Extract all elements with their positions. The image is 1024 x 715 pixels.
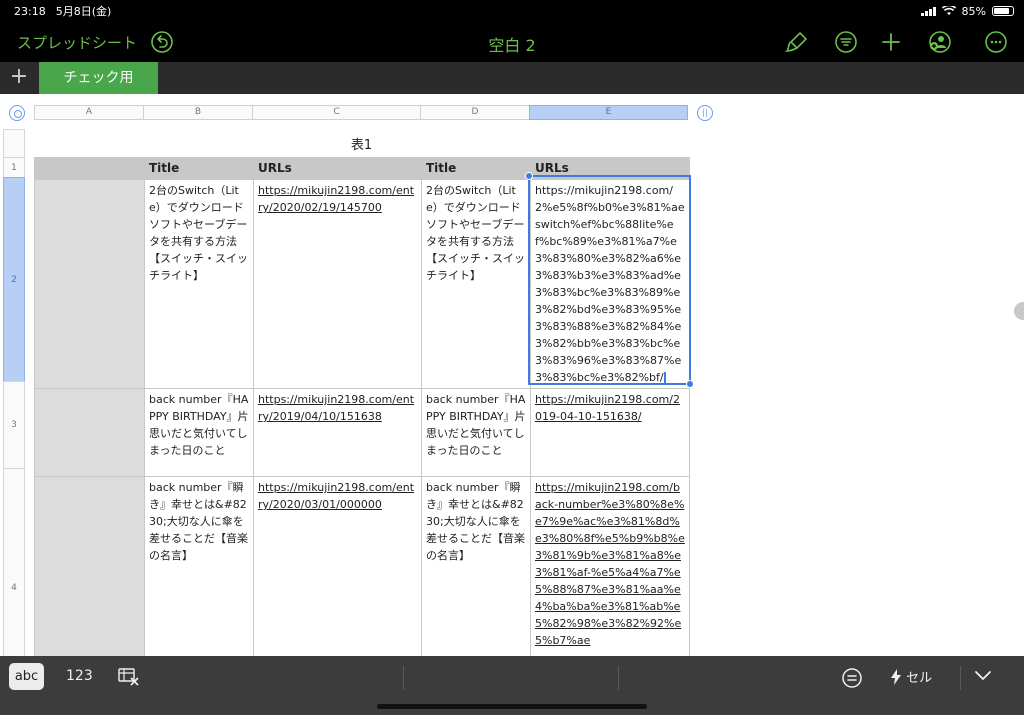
title-cell[interactable]: 2台のSwitch（Lite）でダウンロードソフトやセーブデータを共有する方法【… (421, 179, 531, 389)
text-keyboard-button[interactable]: abc (9, 663, 44, 690)
divider (960, 666, 961, 690)
column-header-a[interactable]: A (34, 105, 144, 120)
url-link[interactable]: https://mikujin2198.com/back-number%e3%8… (535, 481, 685, 647)
list-icon[interactable] (834, 30, 858, 54)
header-row: Title URLs Title URLs (34, 157, 690, 180)
column-header-b[interactable]: B (143, 105, 253, 120)
row-header-4[interactable]: 4 (3, 468, 25, 656)
column-header-e[interactable]: E (529, 105, 688, 120)
cell-button[interactable]: セル (890, 667, 932, 686)
battery-percent: 85% (961, 4, 986, 18)
column-headers: A B C D E (34, 105, 688, 120)
battery-level (994, 8, 1010, 14)
header-cell-urls[interactable]: URLs (253, 157, 422, 180)
url-link[interactable]: https://mikujin2198.com/entry/2020/02/19… (258, 184, 414, 214)
add-sheet-button[interactable]: + (0, 62, 38, 94)
row-header-3[interactable]: 3 (3, 381, 25, 469)
sheet-tab-active[interactable]: チェック用 (39, 62, 158, 94)
table-row: back number『HAPPY BIRTHDAY』片思いだと気付いてしまった… (34, 388, 690, 477)
title-cell[interactable]: 2台のSwitch（Lite）でダウンロードソフトやセーブデータを共有する方法【… (144, 179, 254, 389)
column-resize-handle[interactable]: || (697, 105, 713, 121)
url-cell[interactable]: https://mikujin2198.com/back-number%e3%8… (530, 476, 690, 656)
cell-button-label: セル (906, 671, 933, 686)
url-cell[interactable]: https://mikujin2198.com/entry/2020/03/01… (253, 476, 422, 656)
table-row: 2台のSwitch（Lite）でダウンロードソフトやセーブデータを共有する方法【… (34, 179, 690, 389)
plus-icon[interactable] (879, 30, 903, 54)
row-header-1[interactable]: 1 (3, 157, 25, 178)
status-time: 23:18 (14, 4, 46, 18)
list-icon[interactable] (841, 667, 863, 689)
app-toolbar: スプレッドシート 空白 2 (0, 22, 1024, 62)
url-cell[interactable]: https://mikujin2198.com/2019-04-10-15163… (530, 388, 690, 477)
divider (403, 666, 404, 690)
row-header-2[interactable]: 2 (3, 177, 25, 382)
status-right: 85% (920, 4, 1014, 18)
url-link[interactable]: https://mikujin2198.com/entry/2019/04/10… (258, 393, 414, 423)
url-cell[interactable]: https://mikujin2198.com/entry/2019/04/10… (253, 388, 422, 477)
add-person-icon[interactable] (928, 30, 952, 54)
row-headers: 1 2 3 4 (3, 129, 25, 656)
url-cell[interactable]: https://mikujin2198.com/entry/2020/02/19… (253, 179, 422, 389)
more-icon[interactable] (984, 30, 1008, 54)
url-link[interactable]: https://mikujin2198.com/entry/2020/03/01… (258, 481, 414, 511)
title-cell[interactable]: back number『HAPPY BIRTHDAY』片思いだと気付いてしまった… (421, 388, 531, 477)
url-text[interactable]: https://mikujin2198.com/2%e5%8f%b0%e3%81… (535, 184, 685, 384)
url-cell-editing[interactable]: https://mikujin2198.com/2%e5%8f%b0%e3%81… (530, 179, 690, 389)
status-bar: 23:18 5月8日(金) 85% (0, 0, 1024, 22)
select-table-handle[interactable] (9, 105, 25, 121)
table-title[interactable]: 表1 (34, 134, 689, 153)
table-cell[interactable] (34, 179, 145, 389)
signal-icon (920, 6, 936, 16)
spreadsheet-canvas[interactable]: A B C D E || 表1 1 2 3 4 Title URLs Title… (0, 94, 1024, 656)
number-keyboard-button[interactable]: 123 (66, 668, 93, 684)
text-cursor (663, 371, 666, 385)
home-indicator[interactable] (377, 704, 647, 709)
title-cell[interactable]: back number『HAPPY BIRTHDAY』片思いだと気付いてしまった… (144, 388, 254, 477)
header-cell-a[interactable] (34, 157, 145, 180)
title-cell[interactable]: back number『瞬き』幸せとは&#8230;大切な人に傘を差せることだ【… (144, 476, 254, 656)
table-row: back number『瞬き』幸せとは&#8230;大切な人に傘を差せることだ【… (34, 476, 690, 656)
table-cell[interactable] (34, 388, 145, 477)
header-cell-title[interactable]: Title (421, 157, 531, 180)
header-cell-title[interactable]: Title (144, 157, 254, 180)
chevron-down-icon[interactable] (974, 670, 992, 682)
side-pull-handle[interactable] (1014, 302, 1024, 320)
title-cell[interactable]: back number『瞬き』幸せとは&#8230;大切な人に傘を差せることだ【… (421, 476, 531, 656)
sheet-tab-bar: + チェック用 (0, 62, 1024, 94)
header-cell-urls[interactable]: URLs (530, 157, 690, 180)
clear-format-icon[interactable] (118, 667, 140, 687)
row-header-blank (3, 129, 25, 158)
document-title[interactable]: 空白 2 (0, 32, 1024, 56)
lightning-icon (891, 669, 901, 685)
data-table: Title URLs Title URLs 2台のSwitch（Lite）でダウ… (34, 157, 690, 656)
url-link[interactable]: https://mikujin2198.com/2019-04-10-15163… (535, 393, 680, 423)
paintbrush-icon[interactable] (785, 30, 809, 54)
column-header-d[interactable]: D (420, 105, 530, 120)
status-date: 5月8日(金) (55, 5, 112, 18)
battery-icon (992, 6, 1014, 16)
wifi-icon (941, 6, 956, 15)
table-cell[interactable] (34, 476, 145, 656)
divider (618, 666, 619, 690)
column-header-c[interactable]: C (252, 105, 421, 120)
